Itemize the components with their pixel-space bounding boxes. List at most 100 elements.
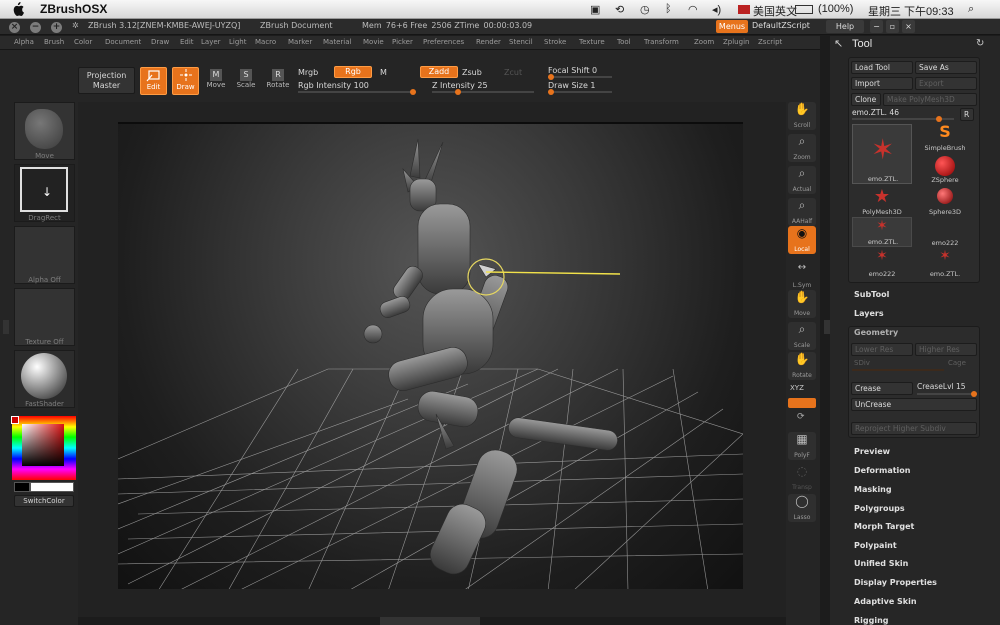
battery-icon[interactable] bbox=[795, 5, 813, 14]
default-zscript-button[interactable]: DefaultZScript bbox=[752, 21, 810, 30]
symmetry-toggle[interactable] bbox=[788, 398, 816, 408]
menu-stencil[interactable]: Stencil bbox=[509, 38, 533, 46]
tool-slot-emo222-2[interactable]: ✶ emo222 bbox=[852, 248, 912, 278]
screen-icon[interactable]: ▣ bbox=[590, 3, 600, 16]
menu-macro[interactable]: Macro bbox=[255, 38, 276, 46]
projection-master-button[interactable]: Projection Master bbox=[78, 67, 135, 94]
morph-target-section[interactable]: Morph Target bbox=[854, 522, 914, 531]
tool-slot-zsphere[interactable]: ZSphere bbox=[915, 154, 975, 184]
zadd-button[interactable]: Zadd bbox=[420, 66, 458, 78]
switch-color-button[interactable]: SwitchColor bbox=[14, 495, 74, 507]
wifi-icon[interactable]: ◠ bbox=[688, 3, 698, 16]
menu-draw[interactable]: Draw bbox=[151, 38, 169, 46]
masking-section[interactable]: Masking bbox=[854, 485, 892, 494]
tool-slot-polymesh3d[interactable]: ★ PolyMesh3D bbox=[852, 186, 912, 216]
adaptive-skin-section[interactable]: Adaptive Skin bbox=[854, 597, 917, 606]
clone-button[interactable]: Clone bbox=[851, 93, 881, 106]
primary-color-swatch[interactable] bbox=[30, 482, 74, 492]
tool-slot-sphere3d[interactable]: Sphere3D bbox=[915, 186, 975, 216]
menu-transform[interactable]: Transform bbox=[644, 38, 679, 46]
canvas-rotate-button[interactable]: ✋ Rotate bbox=[788, 352, 816, 380]
rgb-button[interactable]: Rgb bbox=[334, 66, 372, 78]
move-button[interactable]: M Move bbox=[203, 67, 229, 95]
geometry-section[interactable]: Geometry bbox=[854, 328, 898, 337]
rgb-intensity-knob[interactable] bbox=[410, 89, 416, 95]
preview-section[interactable]: Preview bbox=[854, 447, 890, 456]
menu-light[interactable]: Light bbox=[229, 38, 246, 46]
canvas-move-button[interactable]: ✋ Move bbox=[788, 290, 816, 318]
clock[interactable]: 星期三 下午09:33 bbox=[868, 3, 954, 19]
lasso-button[interactable]: ◯ Lasso bbox=[788, 494, 816, 522]
menu-texture[interactable]: Texture bbox=[579, 38, 605, 46]
tool-slot-emo222[interactable]: emo222 bbox=[915, 217, 975, 247]
focal-shift-knob[interactable] bbox=[548, 74, 554, 80]
menu-edit[interactable]: Edit bbox=[180, 38, 194, 46]
scale-button[interactable]: S Scale bbox=[233, 67, 259, 95]
lsym-button[interactable]: ↔ L.Sym bbox=[788, 262, 816, 290]
canvas-scale-button[interactable]: ⌕ Scale bbox=[788, 322, 816, 350]
spotlight-icon[interactable]: ⌕ bbox=[968, 3, 974, 16]
z-intensity-slider[interactable] bbox=[432, 89, 534, 95]
actual-button[interactable]: ⌕ Actual bbox=[788, 166, 816, 194]
polygroups-section[interactable]: Polygroups bbox=[854, 504, 905, 513]
m-button[interactable]: M bbox=[380, 68, 387, 77]
menus-button[interactable]: Menus bbox=[716, 20, 748, 33]
help-button[interactable]: Help bbox=[826, 20, 864, 33]
higher-res-button[interactable]: Higher Res bbox=[915, 343, 977, 356]
flag-icon[interactable] bbox=[738, 5, 750, 14]
window-close-icon[interactable]: × bbox=[902, 20, 915, 33]
menu-zplugin[interactable]: Zplugin bbox=[723, 38, 749, 46]
crease-button[interactable]: Crease bbox=[851, 382, 913, 395]
bluetooth-icon[interactable]: ᛒ bbox=[665, 3, 672, 15]
crease-level-knob[interactable] bbox=[971, 391, 977, 397]
xyz-button[interactable]: XYZ bbox=[790, 384, 804, 392]
zoom-button[interactable]: ⌕ Zoom bbox=[788, 134, 816, 162]
reproject-button[interactable]: Reproject Higher Subdiv bbox=[851, 422, 977, 435]
menu-material[interactable]: Material bbox=[323, 38, 351, 46]
make-polymesh-button[interactable]: Make PolyMesh3D bbox=[883, 93, 977, 106]
color-picker[interactable] bbox=[11, 416, 76, 480]
load-tool-button[interactable]: Load Tool bbox=[851, 61, 913, 74]
z-intensity-knob[interactable] bbox=[454, 89, 461, 95]
polypaint-section[interactable]: Polypaint bbox=[854, 541, 897, 550]
polyf-button[interactable]: ▦ PolyF bbox=[788, 432, 816, 460]
menu-brush[interactable]: Brush bbox=[44, 38, 64, 46]
sync-icon[interactable]: ⟲ bbox=[615, 3, 624, 16]
menu-stroke[interactable]: Stroke bbox=[544, 38, 566, 46]
draw-button[interactable]: Draw bbox=[172, 67, 199, 95]
menu-color[interactable]: Color bbox=[74, 38, 92, 46]
transp-button[interactable]: ◌ Transp bbox=[788, 464, 816, 492]
close-icon[interactable]: × bbox=[9, 22, 20, 33]
volume-icon[interactable]: ◂) bbox=[712, 3, 721, 16]
input-method[interactable]: 美国英文 bbox=[753, 3, 797, 19]
tool-slot-simplebrush[interactable]: S SimpleBrush bbox=[915, 122, 975, 152]
crease-level-slider[interactable] bbox=[917, 391, 977, 397]
deformation-section[interactable]: Deformation bbox=[854, 466, 910, 475]
mrgb-button[interactable]: Mrgb bbox=[298, 68, 318, 77]
menu-alpha[interactable]: Alpha bbox=[14, 38, 34, 46]
document-canvas[interactable] bbox=[118, 122, 743, 589]
aahalf-button[interactable]: ⌕ AAHalf bbox=[788, 198, 816, 226]
rotate-button[interactable]: R Rotate bbox=[264, 67, 292, 95]
rotate-axis-icon[interactable]: ⟳ bbox=[797, 412, 805, 422]
zcut-button[interactable]: Zcut bbox=[504, 68, 522, 77]
rgb-intensity-slider[interactable] bbox=[298, 89, 416, 95]
apple-icon[interactable] bbox=[12, 2, 24, 16]
export-button[interactable]: Export bbox=[915, 77, 977, 90]
bottom-collapse-handle[interactable] bbox=[380, 617, 480, 625]
local-button[interactable]: ◉ Local bbox=[788, 226, 816, 254]
cage-button[interactable]: Cage bbox=[948, 359, 966, 367]
zoom-icon[interactable]: + bbox=[51, 22, 62, 33]
color-square[interactable] bbox=[22, 424, 64, 466]
display-properties-section[interactable]: Display Properties bbox=[854, 578, 937, 587]
window-restore-icon[interactable]: ▫ bbox=[886, 20, 899, 33]
menu-document[interactable]: Document bbox=[105, 38, 141, 46]
zsub-button[interactable]: Zsub bbox=[462, 68, 482, 77]
menu-zoom[interactable]: Zoom bbox=[694, 38, 714, 46]
window-minimize-icon[interactable]: − bbox=[870, 20, 883, 33]
secondary-color-swatch[interactable] bbox=[14, 482, 30, 492]
menu-tool[interactable]: Tool bbox=[617, 38, 631, 46]
menu-preferences[interactable]: Preferences bbox=[423, 38, 464, 46]
save-as-button[interactable]: Save As bbox=[915, 61, 977, 74]
lower-res-button[interactable]: Lower Res bbox=[851, 343, 913, 356]
